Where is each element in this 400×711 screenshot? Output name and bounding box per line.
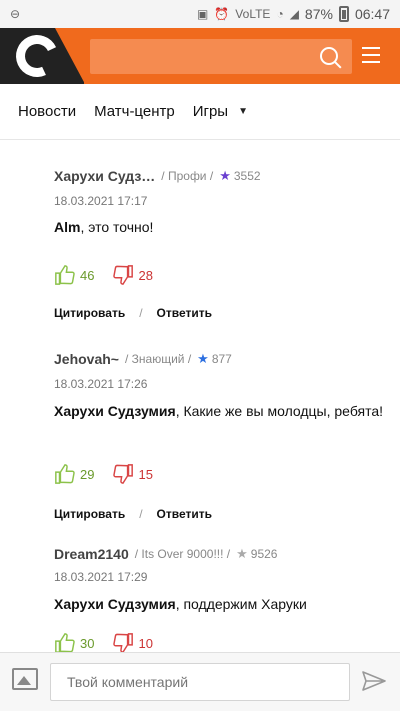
main-nav: Новости Матч-центр Игры ▼ bbox=[0, 84, 400, 140]
user-score: 9526 bbox=[250, 547, 278, 561]
battery-icon bbox=[338, 6, 349, 22]
thumbs-down-icon[interactable] bbox=[112, 264, 134, 286]
alarm-icon: ⏰ bbox=[214, 7, 230, 21]
user-rank: / Знающий / bbox=[124, 352, 192, 366]
user-rank: / Профи / bbox=[161, 169, 214, 183]
comment-text: Харухи Судзумия, Какие же вы молодцы, ре… bbox=[54, 403, 384, 419]
user-rank: / Its Over 9000!!! / bbox=[134, 547, 231, 561]
comment-actions: Цитировать / Ответить bbox=[54, 306, 212, 320]
comment-mention[interactable]: Харухи Судзумия bbox=[54, 403, 176, 419]
clock: 06:47 bbox=[354, 6, 390, 22]
thumbs-down-icon[interactable] bbox=[112, 463, 134, 485]
comment-author[interactable]: Dream2140 bbox=[54, 546, 129, 562]
comment-actions: Цитировать / Ответить bbox=[54, 507, 212, 521]
reply-button[interactable]: Ответить bbox=[157, 306, 212, 320]
vote-bar: 29 15 bbox=[54, 463, 153, 485]
comment-author[interactable]: Jehovah~ bbox=[54, 351, 119, 367]
comment-compose-bar bbox=[0, 652, 400, 711]
vote-bar: 30 10 bbox=[54, 632, 153, 654]
comment-mention[interactable]: Alm bbox=[54, 219, 80, 235]
quote-button[interactable]: Цитировать bbox=[54, 306, 125, 320]
nav-games[interactable]: Игры bbox=[193, 103, 228, 120]
notification-icon: ⊖ bbox=[10, 7, 21, 21]
comment-date: 18.03.2021 17:29 bbox=[54, 570, 148, 584]
thumbs-up-icon[interactable] bbox=[54, 264, 76, 286]
like-count: 29 bbox=[80, 466, 95, 482]
status-bar: ⊖ ▣ ⏰ VoLTE ◔ ◢ 87% 06:47 bbox=[0, 0, 400, 28]
dislike-count: 15 bbox=[138, 466, 153, 482]
reply-button[interactable]: Ответить bbox=[157, 507, 212, 521]
volte-icon: VoLTE bbox=[235, 7, 271, 21]
dislike-count: 10 bbox=[138, 635, 153, 651]
like-count: 30 bbox=[80, 635, 95, 651]
battery-percent: 87% bbox=[304, 6, 333, 22]
star-icon: ★ bbox=[236, 546, 248, 561]
thumbs-down-icon[interactable] bbox=[112, 632, 134, 654]
comment-author[interactable]: Харухи Судз… bbox=[54, 168, 155, 184]
search-icon[interactable] bbox=[320, 47, 338, 65]
search-bar[interactable] bbox=[90, 39, 352, 74]
like-count: 46 bbox=[80, 267, 95, 283]
hamburger-menu-icon[interactable] bbox=[362, 47, 380, 63]
user-score: 877 bbox=[211, 352, 232, 366]
comment-mention[interactable]: Харухи Судзумия bbox=[54, 596, 176, 612]
comment-text: Харухи Судзумия, поддержим Харуки bbox=[54, 596, 307, 612]
send-icon[interactable] bbox=[362, 671, 386, 691]
comment-text: Alm, это точно! bbox=[54, 219, 154, 235]
chevron-down-icon[interactable]: ▼ bbox=[238, 106, 248, 117]
signal-icon: ◢ bbox=[289, 7, 299, 21]
thumbs-up-icon[interactable] bbox=[54, 463, 76, 485]
comment-date: 18.03.2021 17:17 bbox=[54, 194, 148, 208]
app-header bbox=[0, 28, 400, 84]
nav-match-center[interactable]: Матч-центр bbox=[94, 103, 175, 120]
comment-input[interactable] bbox=[50, 663, 350, 701]
vote-bar: 46 28 bbox=[54, 264, 153, 286]
image-notification-icon: ▣ bbox=[197, 7, 209, 21]
attach-image-icon[interactable] bbox=[12, 668, 38, 690]
star-icon: ★ bbox=[197, 351, 209, 366]
site-logo[interactable] bbox=[0, 28, 85, 84]
star-icon: ★ bbox=[219, 168, 231, 183]
user-score: 3552 bbox=[233, 169, 261, 183]
thumbs-up-icon[interactable] bbox=[54, 632, 76, 654]
wifi-icon: ◔ bbox=[276, 7, 284, 21]
nav-news[interactable]: Новости bbox=[18, 103, 76, 120]
comment-date: 18.03.2021 17:26 bbox=[54, 377, 148, 391]
dislike-count: 28 bbox=[138, 267, 153, 283]
quote-button[interactable]: Цитировать bbox=[54, 507, 125, 521]
